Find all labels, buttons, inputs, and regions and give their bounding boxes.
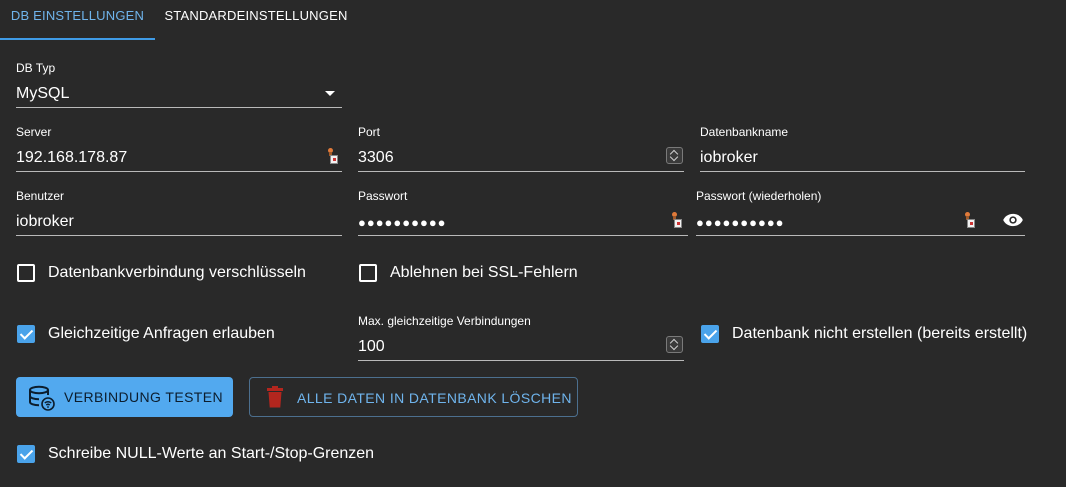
delete-all-label: Alle Daten in Datenbank löschen xyxy=(297,390,572,406)
user-label: Benutzer xyxy=(16,189,65,203)
port-input[interactable]: 3306 xyxy=(358,149,394,167)
user-input[interactable]: iobroker xyxy=(16,213,74,231)
encrypt-checkbox[interactable] xyxy=(17,264,35,282)
chevron-down-icon[interactable] xyxy=(325,91,335,96)
password-field[interactable]: Passwort ●●●●●●●●●● xyxy=(358,189,688,237)
tab-db-settings[interactable]: DB Einstellungen xyxy=(0,0,155,40)
password-manager-icon[interactable] xyxy=(963,212,975,228)
password-repeat-underline xyxy=(696,235,1025,236)
test-connection-button[interactable]: Verbindung testen xyxy=(16,377,233,417)
server-field[interactable]: Server 192.168.178.87 xyxy=(16,125,342,173)
database-wifi-icon xyxy=(29,385,55,411)
password-manager-icon[interactable] xyxy=(326,148,338,164)
reject-ssl-checkbox-row[interactable]: Ablehnen bei SSL-Fehlern xyxy=(359,263,619,287)
trash-icon xyxy=(267,386,283,408)
db-type-label: DB Typ xyxy=(16,61,56,75)
server-underline xyxy=(16,171,342,172)
server-label: Server xyxy=(16,125,52,139)
user-underline xyxy=(16,235,342,236)
encrypt-label: Datenbankverbindung verschlüsseln xyxy=(48,264,306,281)
max-connections-field[interactable]: Max. gleichzeitige Verbindungen 100 xyxy=(358,314,684,362)
password-manager-icon[interactable] xyxy=(670,212,682,228)
db-name-label: Datenbankname xyxy=(700,125,789,139)
db-name-input[interactable]: iobroker xyxy=(700,149,758,167)
reject-ssl-checkbox[interactable] xyxy=(359,264,377,282)
tab-default-settings[interactable]: Standardeinstellungen xyxy=(158,0,354,38)
no-create-checkbox-row[interactable]: Datenbank nicht erstellen (bereits erste… xyxy=(701,324,1051,348)
user-field[interactable]: Benutzer iobroker xyxy=(16,189,342,237)
encrypt-checkbox-row[interactable]: Datenbankverbindung verschlüsseln xyxy=(17,263,337,287)
max-connections-stepper[interactable] xyxy=(666,336,683,353)
password-repeat-input[interactable]: ●●●●●●●●●● xyxy=(696,215,785,230)
db-name-field[interactable]: Datenbankname iobroker xyxy=(700,125,1025,173)
port-label: Port xyxy=(358,125,381,139)
tab-bar: DB Einstellungen Standardeinstellungen xyxy=(0,0,1066,40)
server-input[interactable]: 192.168.178.87 xyxy=(16,149,127,167)
parallel-checkbox[interactable] xyxy=(17,325,35,343)
test-connection-label: Verbindung testen xyxy=(64,389,224,405)
no-create-label: Datenbank nicht erstellen (bereits erste… xyxy=(732,325,1028,342)
no-create-checkbox[interactable] xyxy=(701,325,719,343)
reject-ssl-label: Ablehnen bei SSL-Fehlern xyxy=(390,264,578,281)
db-type-underline xyxy=(16,107,342,108)
null-values-checkbox-row[interactable]: Schreibe NULL-Werte an Start-/Stop-Grenz… xyxy=(17,444,407,468)
max-connections-underline xyxy=(358,360,684,361)
null-values-label: Schreibe NULL-Werte an Start-/Stop-Grenz… xyxy=(48,445,375,462)
max-connections-label: Max. gleichzeitige Verbindungen xyxy=(358,314,531,328)
password-label: Passwort xyxy=(358,189,408,203)
port-underline xyxy=(358,171,684,172)
password-repeat-field[interactable]: Passwort (wiederholen) ●●●●●●●●●● xyxy=(696,189,1025,237)
eye-icon[interactable] xyxy=(1002,213,1024,227)
max-connections-input[interactable]: 100 xyxy=(358,338,385,356)
parallel-label: Gleichzeitige Anfragen erlauben xyxy=(48,325,275,342)
port-field[interactable]: Port 3306 xyxy=(358,125,684,173)
port-stepper[interactable] xyxy=(666,147,683,164)
parallel-checkbox-row[interactable]: Gleichzeitige Anfragen erlauben xyxy=(17,324,317,348)
password-underline xyxy=(358,235,688,236)
db-type-select[interactable]: DB Typ MySQL xyxy=(16,61,342,109)
db-name-underline xyxy=(700,171,1025,172)
password-repeat-label: Passwort (wiederholen) xyxy=(696,189,822,203)
password-input[interactable]: ●●●●●●●●●● xyxy=(358,215,447,230)
db-type-value: MySQL xyxy=(16,85,70,102)
null-values-checkbox[interactable] xyxy=(17,445,35,463)
delete-all-button[interactable]: Alle Daten in Datenbank löschen xyxy=(249,377,578,417)
